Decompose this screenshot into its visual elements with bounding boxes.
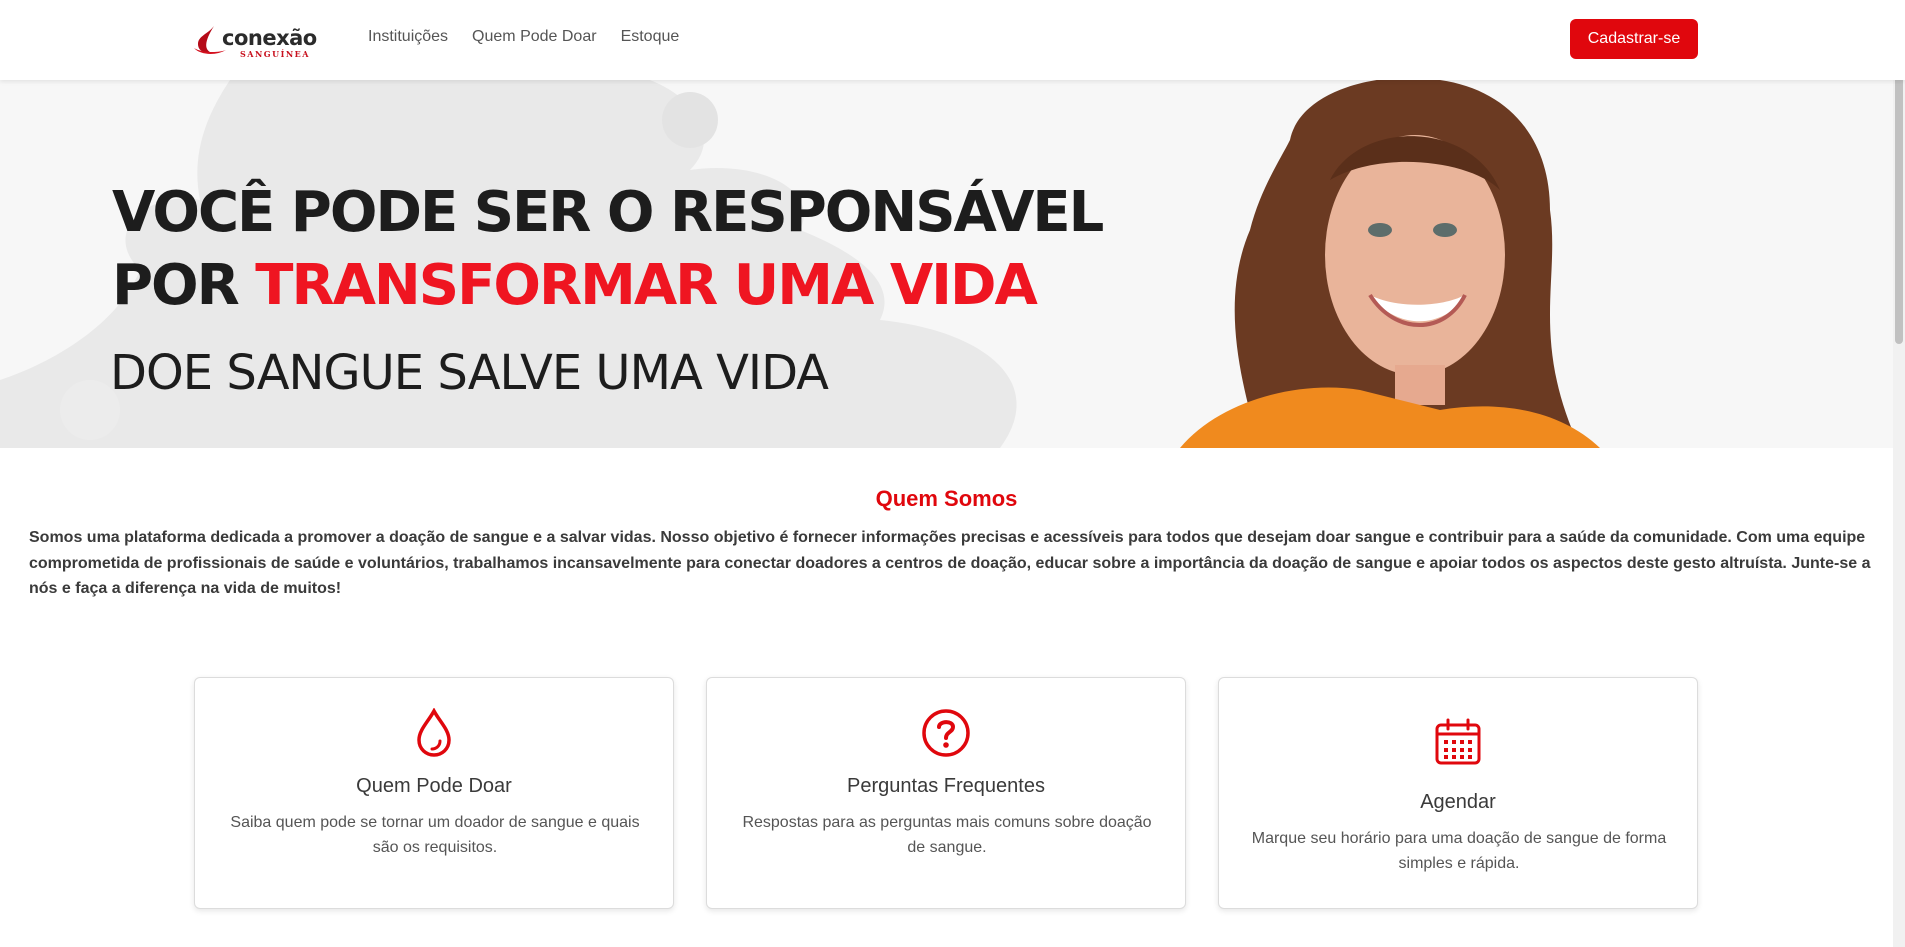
- nav-link-estoque[interactable]: Estoque: [621, 28, 680, 46]
- card-title: Perguntas Frequentes: [847, 775, 1045, 797]
- question-circle-icon: [922, 709, 970, 757]
- brand-name: conexão: [222, 26, 317, 50]
- card-title: Quem Pode Doar: [356, 775, 512, 797]
- page-scrollbar[interactable]: [1893, 0, 1905, 947]
- hero-headline-accent: TRANSFORMAR UMA VIDA: [255, 253, 1038, 318]
- about-title: Quem Somos: [875, 486, 1018, 511]
- calendar-icon: [1435, 718, 1481, 765]
- blood-drop-icon: [417, 708, 451, 757]
- card-description: Respostas para as perguntas mais comuns …: [742, 814, 1152, 856]
- hero-headline-line2: POR TRANSFORMAR UMA VIDA: [112, 253, 1038, 318]
- card-quem-pode-doar[interactable]: Quem Pode Doar Saiba quem pode se tornar…: [194, 677, 674, 909]
- hero-headline-line1: VOCÊ PODE SER O RESPONSÁVEL: [112, 180, 1104, 245]
- navbar: conexão SANGUÍNEA Instituições Quem Pode…: [0, 0, 1905, 80]
- card-agendar[interactable]: Agendar Marque seu horário para uma doaç…: [1218, 677, 1698, 909]
- card-title: Agendar: [1420, 791, 1496, 813]
- nav-link-quem-pode-doar[interactable]: Quem Pode Doar: [472, 28, 597, 46]
- card-description: Saiba quem pode se tornar um doador de s…: [230, 814, 640, 856]
- hero-headline-prefix: POR: [112, 253, 256, 318]
- about-text: Somos uma plataforma dedicada a promover…: [29, 529, 1871, 597]
- nav-links: Instituições Quem Pode Doar Estoque: [368, 28, 679, 46]
- nav-link-instituicoes[interactable]: Instituições: [368, 28, 448, 46]
- signup-button[interactable]: Cadastrar-se: [1570, 19, 1698, 59]
- hero-subtitle: DOE SANGUE SALVE UMA VIDA: [110, 345, 829, 401]
- hero-banner: VOCÊ PODE SER O RESPONSÁVEL POR TRANSFOR…: [0, 80, 1905, 448]
- brand-logo[interactable]: conexão SANGUÍNEA: [192, 22, 317, 59]
- card-perguntas-frequentes[interactable]: Perguntas Frequentes Respostas para as p…: [706, 677, 1186, 909]
- card-description: Marque seu horário para uma doação de sa…: [1251, 830, 1667, 872]
- brand-subtitle: SANGUÍNEA: [240, 49, 310, 59]
- hero-woman-photo: [1180, 80, 1600, 448]
